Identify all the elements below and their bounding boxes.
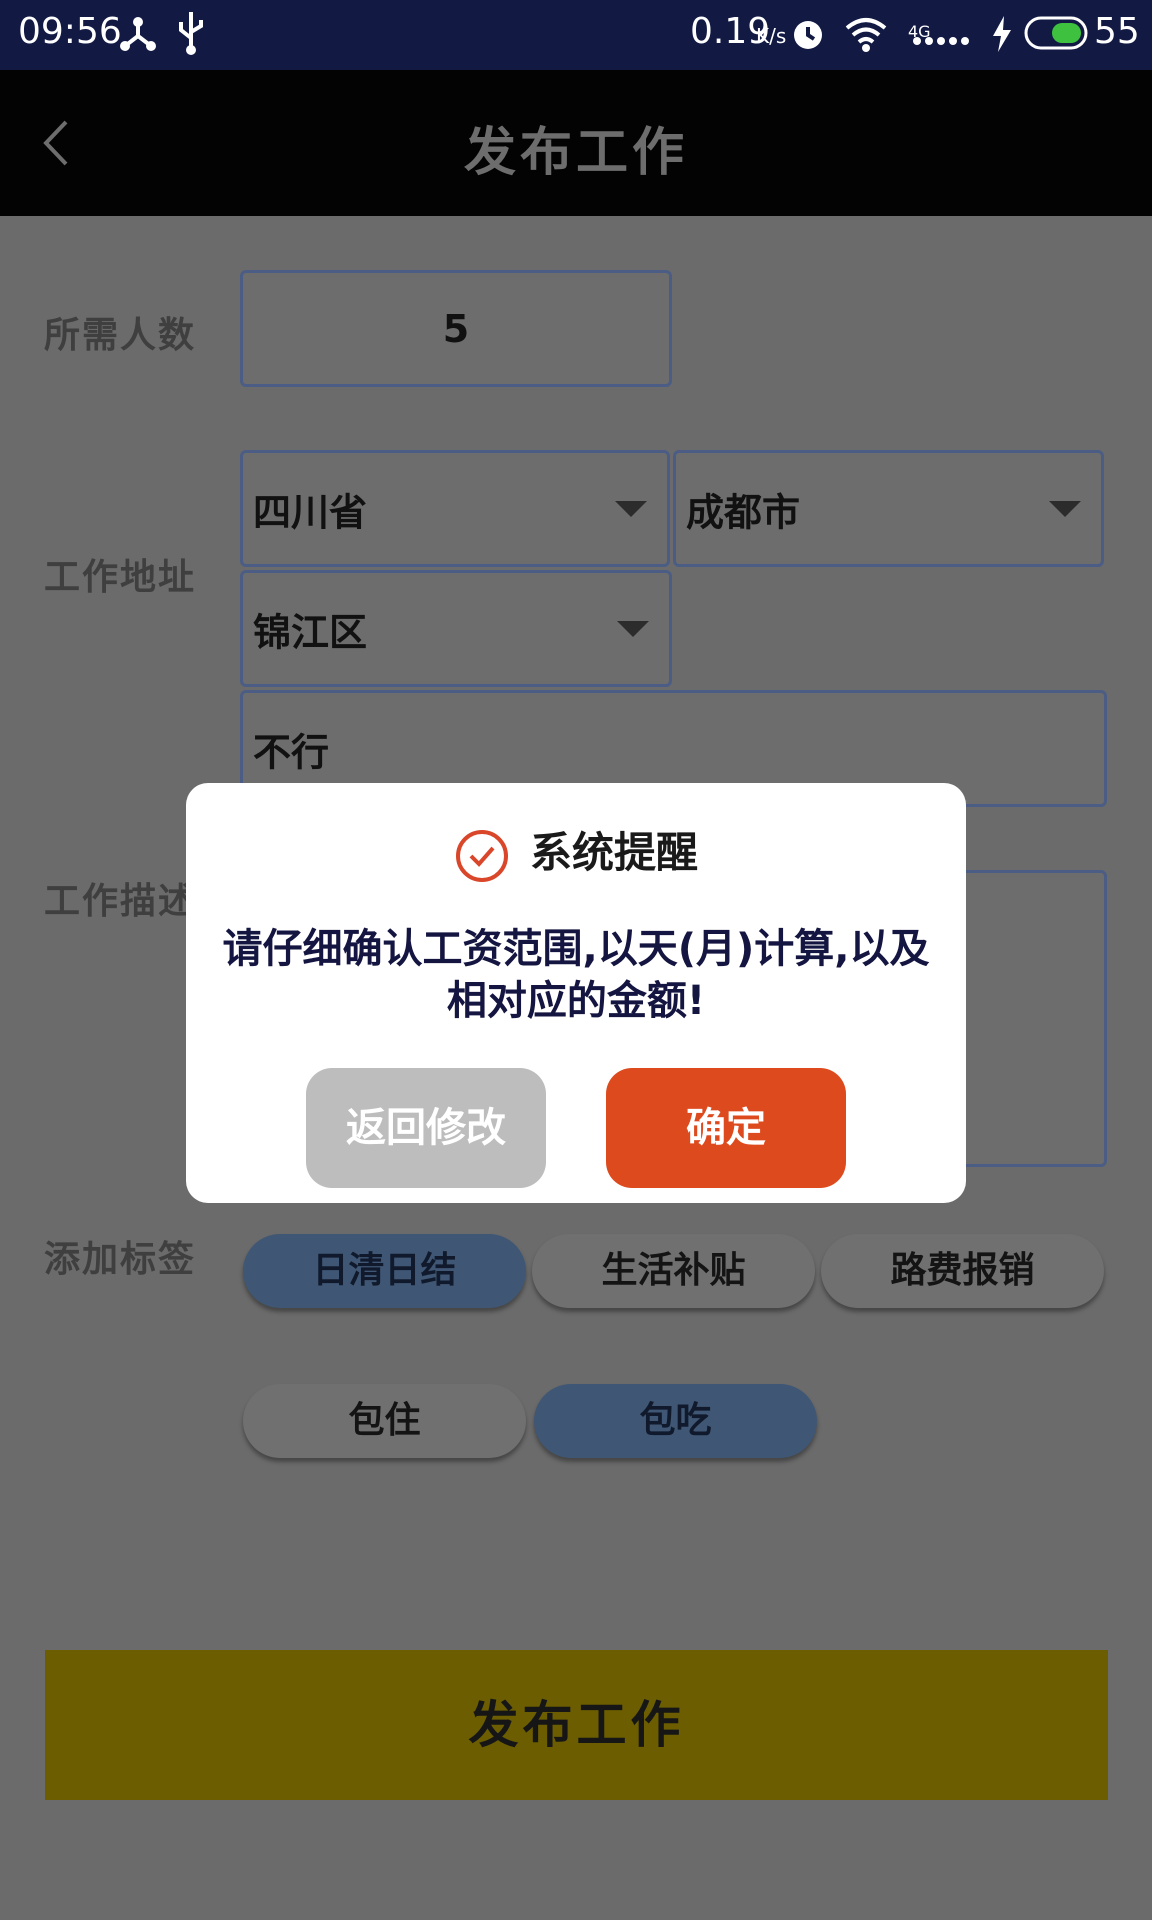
dropdown-caret-icon xyxy=(615,500,647,517)
city-dropdown[interactable]: 成都市 xyxy=(673,450,1104,567)
alarm-icon xyxy=(794,21,822,49)
battery-level: 55 xyxy=(1094,11,1140,52)
tag-housing[interactable]: 包住 xyxy=(243,1384,526,1458)
tag-meals[interactable]: 包吃 xyxy=(534,1384,817,1458)
tag-living-allowance[interactable]: 生活补贴 xyxy=(532,1234,815,1308)
district-dropdown[interactable]: 锦江区 xyxy=(240,570,672,687)
street-address-value: 不行 xyxy=(253,730,330,774)
province-value: 四川省 xyxy=(253,490,368,534)
dialog-message: 请仔细确认工资范围,以天(月)计算,以及相对应的金额! xyxy=(222,926,930,1024)
signal-icon xyxy=(913,37,969,45)
tag-travel-reimbursement[interactable]: 路费报销 xyxy=(821,1234,1104,1308)
usb-icon xyxy=(179,12,203,55)
publish-button[interactable]: 发布工作 xyxy=(45,1650,1108,1800)
net-speed-unit: K/s xyxy=(756,24,787,48)
status-time: 09:56 xyxy=(18,11,122,52)
wifi-icon xyxy=(845,18,887,52)
city-value: 成都市 xyxy=(686,490,801,534)
dialog-title: 系统提醒 xyxy=(529,828,698,877)
dropdown-caret-icon xyxy=(1049,500,1081,517)
dialog-title-row: 系统提醒 xyxy=(186,819,966,884)
tags-label: 添加标签 xyxy=(44,1239,197,1280)
dropdown-caret-icon xyxy=(617,620,649,637)
page-title: 发布工作 xyxy=(463,123,688,183)
alert-dialog: 系统提醒 请仔细确认工资范围,以天(月)计算,以及相对应的金额! 返回修改 确定 xyxy=(186,783,966,1203)
tag-daily-pay[interactable]: 日清日结 xyxy=(243,1234,526,1308)
status-bar: 09:56 0.19 K/s 4G 55 xyxy=(0,0,1152,70)
charging-icon xyxy=(993,16,1011,52)
province-dropdown[interactable]: 四川省 xyxy=(240,450,670,567)
district-value: 锦江区 xyxy=(253,610,368,654)
description-label: 工作描述 xyxy=(44,881,197,922)
confirm-button[interactable]: 确定 xyxy=(606,1068,846,1188)
share-icon xyxy=(120,17,156,51)
people-count-label: 所需人数 xyxy=(44,315,197,356)
title-bar: 发布工作 xyxy=(0,70,1152,216)
back-to-edit-button[interactable]: 返回修改 xyxy=(306,1068,546,1188)
people-count-value: 5 xyxy=(442,306,470,351)
people-count-input[interactable]: 5 xyxy=(240,270,672,387)
check-circle-icon xyxy=(455,829,508,882)
battery-icon xyxy=(1024,16,1088,50)
address-label: 工作地址 xyxy=(44,557,197,598)
